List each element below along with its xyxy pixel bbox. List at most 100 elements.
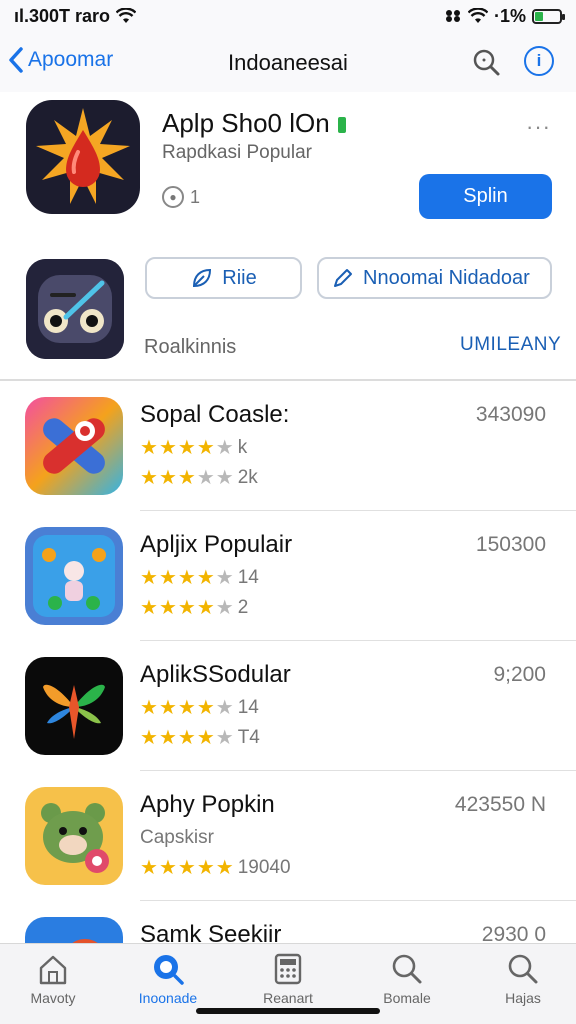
star-icon: ★ <box>158 727 177 749</box>
wifi-icon <box>116 8 137 23</box>
app-name: AplikSSodular <box>140 661 291 688</box>
gamepad-icon <box>26 259 124 359</box>
star-icon: ★ <box>158 597 177 619</box>
star-icon: ★ <box>177 697 196 719</box>
star-icon: ★ <box>140 467 158 489</box>
star-icon: ★ <box>215 437 234 459</box>
featured-app-icon[interactable] <box>26 100 140 214</box>
tab-hajas[interactable]: Hajas <box>473 952 573 1006</box>
star-icon: ★ <box>196 567 215 589</box>
rating-icon: ● <box>162 186 184 208</box>
star-icon: ★ <box>215 697 234 719</box>
app-list: Sopal Coasle: 343090 ★ ★ ★ ★ ★ k ★ ★ ★ ★ ★ 2k <box>0 381 576 943</box>
app-name: Apljix Populair <box>140 531 293 558</box>
navigation-bar: Apoomar Indoaneesai i <box>0 36 576 88</box>
list-item[interactable]: Aphy Popkin 423550 N Capskisr ★ ★ ★ ★ ★ 1904… <box>0 771 576 901</box>
tab-mavoty[interactable]: Mavoty <box>3 952 103 1006</box>
battery-percent: ·1% <box>493 5 526 26</box>
pencil-icon <box>334 269 352 287</box>
tab-bomale[interactable]: Bomale <box>357 952 457 1006</box>
star-icon: ★ <box>177 727 196 749</box>
star-icon: ★ <box>140 857 158 879</box>
app-count: 9;200 <box>493 663 546 686</box>
star-icon: ★ <box>158 567 177 589</box>
app-count: 423550 N <box>454 793 546 816</box>
search-icon <box>392 954 422 984</box>
see-all-link[interactable]: UMILEANY <box>460 334 561 356</box>
battery-icon <box>532 8 565 24</box>
app-name: Samk Seekiir <box>140 921 282 943</box>
calculator-icon <box>274 953 302 985</box>
rating-line: ★ ★ ★ ★ ★ k <box>140 437 248 459</box>
pill-button-1[interactable]: Riie <box>145 257 302 299</box>
bear-icon <box>25 787 123 885</box>
app-name: Sopal Coasle: <box>140 401 290 428</box>
tab-inoonade[interactable]: Inoonade <box>118 952 218 1006</box>
verified-badge-icon <box>337 117 346 134</box>
star-icon: ★ <box>196 597 215 619</box>
star-icon: ★ <box>158 857 177 879</box>
rating-line: ★ ★ ★ ★ ★ 14 <box>140 567 259 589</box>
app-count: 343090 <box>475 403 546 426</box>
bluetooth-icon <box>445 10 460 22</box>
star-icon: ★ <box>140 567 158 589</box>
rating-line: ★ ★ ★ ★ ★ 19040 <box>140 857 291 879</box>
battery-fill <box>535 11 544 21</box>
home-icon <box>39 955 67 985</box>
app-subtitle: Capskisr <box>140 827 214 848</box>
star-icon: ★ <box>196 437 215 459</box>
search-icon <box>508 954 538 984</box>
app-icon-2 <box>25 527 123 625</box>
butterfly-icon <box>25 657 123 755</box>
search-button[interactable] <box>470 46 502 78</box>
star-icon: ★ <box>215 567 234 589</box>
search-circle-icon <box>154 955 184 985</box>
star-icon: ★ <box>140 727 158 749</box>
star-rating: ★ ★ ★ ★ ★ <box>140 438 234 458</box>
featured-app-title: Aplp Sho0 lOn <box>162 108 347 139</box>
star-rating: ★ ★ ★ ★ ★ <box>140 598 234 618</box>
app-icon-1 <box>25 397 123 495</box>
app-count: 2930 0 <box>481 923 546 943</box>
list-item[interactable]: Sopal Coasle: 343090 ★ ★ ★ ★ ★ k ★ ★ ★ ★ ★ 2k <box>0 381 576 511</box>
pill-button-2[interactable]: Nnoomai Nidadoar <box>317 257 552 299</box>
star-icon: ★ <box>177 857 196 879</box>
star-icon: ★ <box>215 597 234 619</box>
star-icon: ★ <box>158 437 177 459</box>
tab-reanart[interactable]: Reanart <box>238 952 338 1006</box>
star-icon: ★ <box>177 467 196 489</box>
info-button[interactable]: i <box>524 46 554 76</box>
status-bar: ıl.300T raro ·1% <box>0 0 576 32</box>
star-icon: ★ <box>177 437 196 459</box>
leaf-icon <box>193 268 212 288</box>
star-icon: ★ <box>177 567 196 589</box>
star-icon: ★ <box>196 857 215 879</box>
star-icon: ★ <box>158 467 177 489</box>
star-icon: ★ <box>196 467 215 489</box>
info-icon: i <box>536 51 542 70</box>
star-icon: ★ <box>196 697 215 719</box>
list-item[interactable]: Apljix Populair 150300 ★ ★ ★ ★ ★ 14 ★ ★ ★ ★ ★ 2 <box>0 511 576 641</box>
app-icon-3 <box>25 657 123 755</box>
star-icon: ★ <box>215 467 234 489</box>
list-item[interactable]: AplikSSodular 9;200 ★ ★ ★ ★ ★ 14 ★ ★ ★ ★ ★ T4 <box>0 641 576 771</box>
sun-drop-icon <box>26 100 140 214</box>
star-icon: ★ <box>215 857 234 879</box>
secondary-app-icon[interactable] <box>26 259 124 359</box>
star-rating: ★ ★ ★ ★ ★ <box>140 568 234 588</box>
rating-line: ★ ★ ★ ★ ★ 2k <box>140 467 258 489</box>
app-icon-4 <box>25 787 123 885</box>
search-icon <box>473 49 500 76</box>
carrier-label: ıl.300T raro <box>14 5 111 26</box>
rating-line: ★ ★ ★ ★ ★ 2 <box>140 597 249 619</box>
star-icon: ★ <box>215 727 234 749</box>
section-label: Roalkinnis <box>144 336 237 358</box>
rating-count: 1 <box>190 186 201 207</box>
rating-line: ★ ★ ★ ★ ★ T4 <box>140 727 260 749</box>
more-options-button[interactable]: ··· <box>526 114 551 140</box>
list-item[interactable]: Samk Seekiir 2930 0 <box>0 901 576 943</box>
star-rating: ★ ★ ★ ★ ★ <box>140 698 234 718</box>
app-name: Aphy Popkin <box>140 791 275 818</box>
star-rating: ★ ★ ★ ★ ★ <box>140 468 234 488</box>
get-button[interactable]: Splin <box>419 174 552 219</box>
